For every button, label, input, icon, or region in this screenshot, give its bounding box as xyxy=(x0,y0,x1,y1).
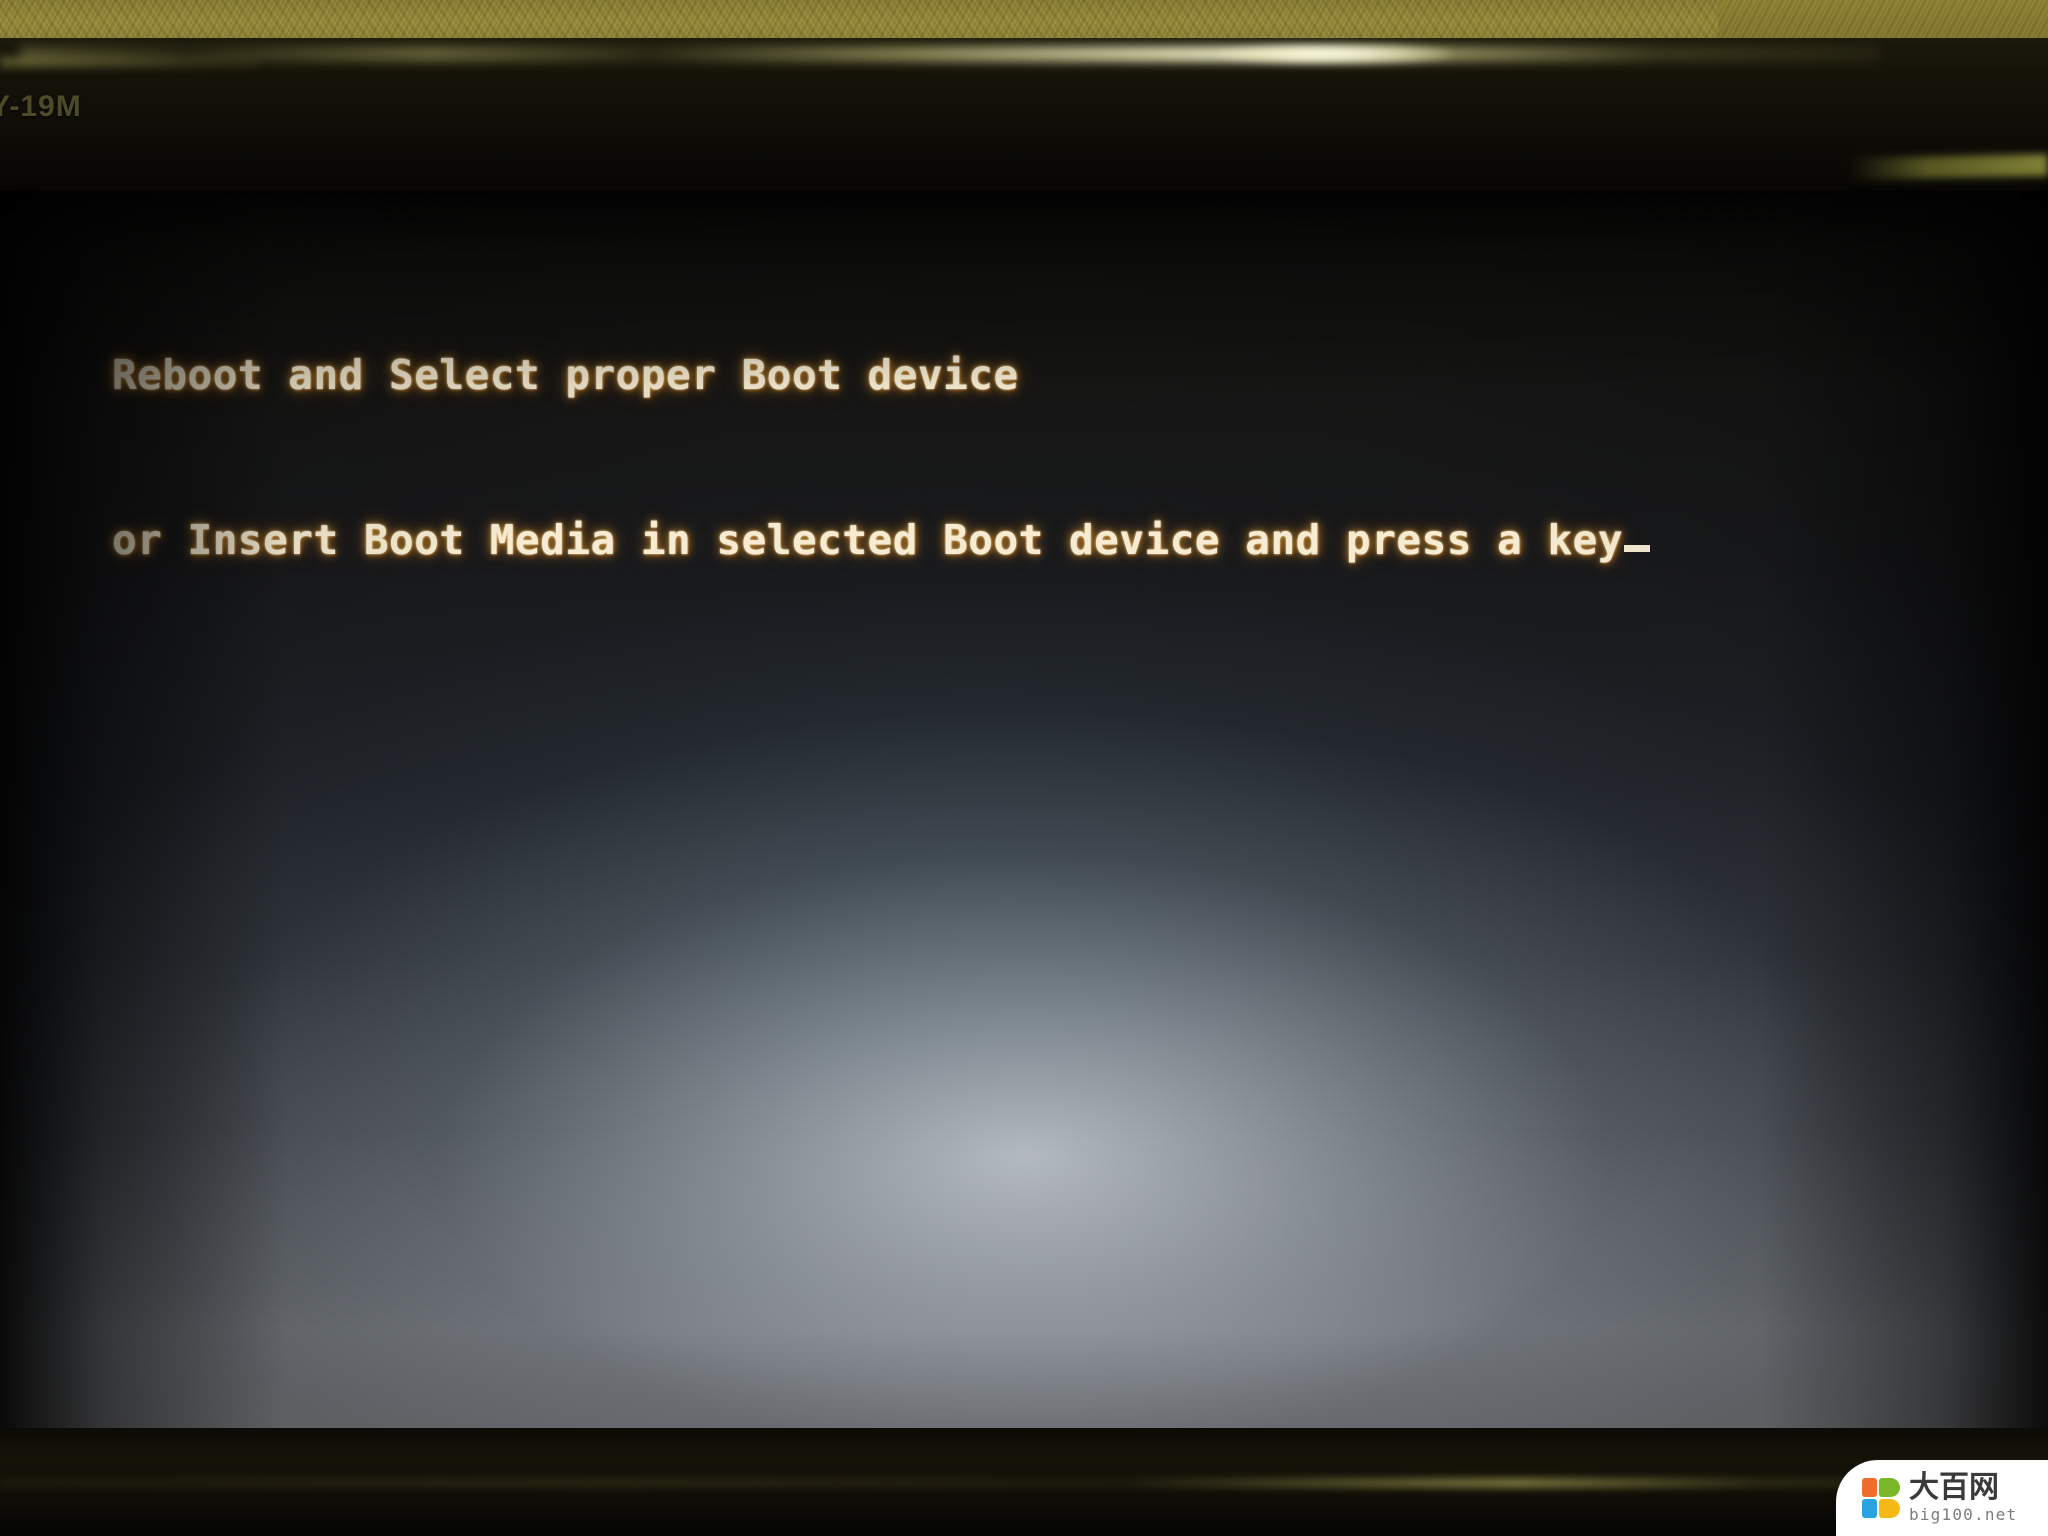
logo-square-orange xyxy=(1862,1478,1877,1497)
logo-square-yellow xyxy=(1879,1499,1900,1518)
bezel-specular-left xyxy=(0,56,260,68)
monitor-top-bezel: Y-19M xyxy=(0,38,2048,190)
photo-of-monitor-screen: Y-19M Reboot and Select proper Boot devi… xyxy=(0,0,2048,1536)
logo-square-green xyxy=(1879,1478,1900,1497)
bezel-specular-highlight xyxy=(20,46,1880,62)
screen-vignette xyxy=(0,190,2048,1428)
bezel-specular-hotspot xyxy=(1215,44,1455,64)
monitor-screen: Reboot and Select proper Boot device or … xyxy=(0,190,2048,1428)
monitor-body: Y-19M Reboot and Select proper Boot devi… xyxy=(0,38,2048,1536)
bezel-specular-right xyxy=(1847,153,2048,181)
watermark-site-name-cn: 大百网 xyxy=(1909,1469,1999,1505)
logo-square-blue xyxy=(1862,1499,1877,1518)
watermark-site-url: big100.net xyxy=(1909,1505,2018,1525)
monitor-model-label: Y-19M xyxy=(0,90,82,123)
big100-logo-icon xyxy=(1862,1478,1900,1518)
monitor-bottom-bezel xyxy=(0,1428,2048,1536)
watermark-text-block: 大百网 big100.net xyxy=(1909,1472,2017,1525)
bottom-bezel-highlight xyxy=(0,1478,2048,1488)
site-watermark: 大百网 big100.net xyxy=(1836,1460,2048,1536)
